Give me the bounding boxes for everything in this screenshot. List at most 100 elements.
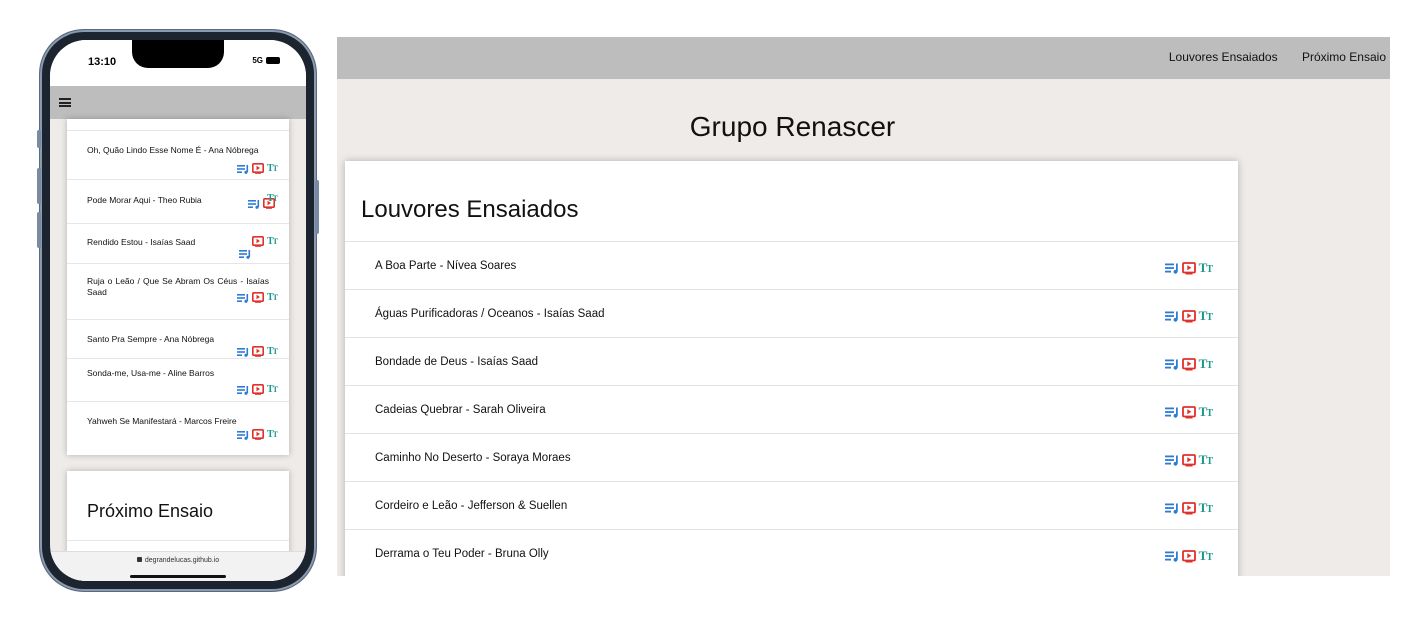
list-item-partial — [67, 119, 289, 131]
signal-label: 5G — [252, 56, 263, 65]
song-title: Águas Purificadoras / Oceanos - Isaías S… — [375, 308, 605, 320]
song-links: TT — [1164, 356, 1213, 372]
lyrics-icon[interactable]: TT — [1199, 548, 1213, 564]
playlist-icon[interactable] — [1164, 454, 1179, 466]
video-icon[interactable] — [1181, 357, 1196, 371]
song-title: Yahweh Se Manifestará - Marcos Freire — [87, 416, 237, 426]
songs-card: Louvores Ensaiados A Boa Parte - Nívea S… — [345, 161, 1238, 576]
song-links: TT — [1164, 452, 1213, 468]
song-links: TT — [1164, 260, 1213, 276]
top-navbar: Louvores Ensaiados Próximo Ensaio — [337, 37, 1390, 79]
lyrics-icon[interactable]: TT — [267, 429, 278, 440]
playlist-icon[interactable] — [236, 293, 249, 303]
mobile-songs-card: Oh, Quão Lindo Esse Nome É - Ana Nóbrega… — [67, 119, 289, 455]
phone-screen: 13:10 5G Oh, Quão Lindo Esse Nome É - An… — [50, 40, 306, 581]
video-icon[interactable] — [251, 292, 264, 303]
song-title: Derrama o Teu Poder - Bruna Olly — [375, 548, 549, 560]
playlist-icon[interactable] — [1164, 502, 1179, 514]
song-title: Bondade de Deus - Isaías Saad — [375, 356, 539, 368]
menu-icon[interactable] — [59, 98, 71, 107]
song-title: A Boa Parte - Nívea Soares — [375, 260, 517, 272]
lyrics-icon[interactable]: TT — [267, 346, 278, 357]
page-title: Grupo Renascer — [689, 111, 896, 142]
phone-side-button — [37, 130, 41, 148]
lock-icon — [136, 557, 142, 562]
desktop-page: Louvores Ensaiados Próximo Ensaio Grupo … — [337, 37, 1390, 576]
table-row: Derrama o Teu Poder - Bruna Olly TT — [345, 529, 1238, 576]
table-row: Cadeias Quebrar - Sarah Oliveira TT — [345, 385, 1238, 433]
status-bar: 13:10 5G — [50, 40, 306, 86]
table-row: Águas Purificadoras / Oceanos - Isaías S… — [345, 289, 1238, 337]
playlist-icon[interactable] — [1164, 310, 1179, 322]
lyrics-icon[interactable]: TT — [267, 384, 278, 395]
playlist-icon[interactable] — [248, 199, 260, 209]
playlist-icon[interactable] — [1164, 550, 1179, 562]
list-item: Pode Morar Aqui - Theo Rubia TT — [67, 180, 289, 224]
status-network: 5G — [252, 56, 280, 65]
status-time: 13:10 — [88, 56, 117, 68]
section-title: Louvores Ensaiados — [361, 196, 579, 223]
list-item: Yahweh Se Manifestará - Marcos Freire TT — [67, 402, 289, 454]
lyrics-icon[interactable]: TT — [1199, 308, 1213, 324]
lyrics-icon[interactable]: TT — [267, 236, 278, 247]
song-title: Rendido Estou - Isaías Saad — [87, 237, 196, 247]
video-icon[interactable] — [251, 384, 264, 395]
browser-url-bar[interactable]: degrandelucas.github.io — [50, 551, 306, 581]
nav-louvores-ensaiados[interactable]: Louvores Ensaiados — [1169, 50, 1278, 64]
nav-links: Louvores Ensaiados Próximo Ensaio — [1148, 50, 1386, 64]
song-links: TT — [1164, 404, 1213, 420]
playlist-icon[interactable] — [1164, 406, 1179, 418]
song-links: TT — [236, 346, 278, 357]
song-links: TT — [251, 236, 278, 247]
mobile-header — [50, 86, 306, 119]
list-item: Sonda-me, Usa-me - Aline Barros TT — [67, 359, 289, 402]
playlist-icon[interactable] — [239, 249, 251, 259]
lyrics-icon[interactable]: TT — [1199, 404, 1213, 420]
table-row: Caminho No Deserto - Soraya Moraes TT — [345, 433, 1238, 481]
song-links: TT — [236, 163, 278, 174]
lyrics-icon[interactable]: TT — [267, 292, 278, 303]
lyrics-icon[interactable]: TT — [1199, 260, 1213, 276]
song-links: TT — [236, 292, 278, 303]
video-icon[interactable] — [1181, 261, 1196, 275]
battery-icon — [266, 57, 280, 65]
list-item: Santo Pra Sempre - Ana Nóbrega TT — [67, 320, 289, 359]
playlist-icon[interactable] — [1164, 262, 1179, 274]
divider — [67, 540, 289, 541]
song-title: Sonda-me, Usa-me - Aline Barros — [87, 368, 215, 378]
video-icon[interactable] — [251, 163, 264, 174]
lyrics-icon[interactable]: TT — [1199, 452, 1213, 468]
song-title: Caminho No Deserto - Soraya Moraes — [375, 452, 571, 464]
video-icon[interactable] — [1181, 405, 1196, 419]
lyrics-icon[interactable]: TT — [1199, 500, 1213, 516]
video-icon[interactable] — [251, 429, 264, 440]
song-list: A Boa Parte - Nívea Soares TT Águas Puri… — [345, 241, 1238, 576]
table-row: Cordeiro e Leão - Jefferson & Suellen TT — [345, 481, 1238, 529]
list-item: Rendido Estou - Isaías Saad TT — [67, 224, 289, 264]
song-links: TT — [236, 429, 278, 440]
table-row: Bondade de Deus - Isaías Saad TT — [345, 337, 1238, 385]
lyrics-icon[interactable]: TT — [267, 193, 278, 204]
nav-proximo-ensaio[interactable]: Próximo Ensaio — [1302, 50, 1386, 64]
song-title: Pode Morar Aqui - Theo Rubia — [87, 195, 202, 205]
playlist-icon[interactable] — [236, 164, 249, 174]
video-icon[interactable] — [1181, 549, 1196, 563]
table-row: A Boa Parte - Nívea Soares TT — [345, 241, 1238, 289]
video-icon[interactable] — [251, 346, 264, 357]
video-icon[interactable] — [1181, 501, 1196, 515]
list-item: Oh, Quão Lindo Esse Nome É - Ana Nóbrega… — [67, 131, 289, 180]
video-icon[interactable] — [1181, 309, 1196, 323]
phone-volume-up — [37, 168, 41, 204]
lyrics-icon[interactable]: TT — [267, 163, 278, 174]
playlist-icon[interactable] — [236, 347, 249, 357]
phone-notch — [132, 40, 224, 68]
playlist-icon[interactable] — [236, 385, 249, 395]
lyrics-icon[interactable]: TT — [1199, 356, 1213, 372]
video-icon[interactable] — [251, 236, 264, 247]
video-icon[interactable] — [1181, 453, 1196, 467]
song-title: Cordeiro e Leão - Jefferson & Suellen — [375, 500, 568, 512]
playlist-icon[interactable] — [1164, 358, 1179, 370]
home-indicator — [130, 575, 226, 578]
section-title: Próximo Ensaio — [87, 501, 214, 521]
playlist-icon[interactable] — [236, 430, 249, 440]
